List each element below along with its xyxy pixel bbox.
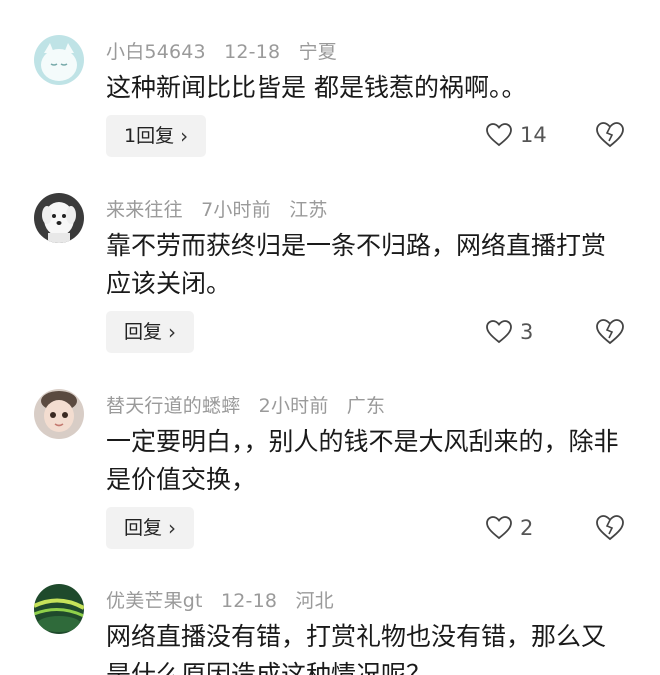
comment-meta: 小白54643 12-18 宁夏: [106, 37, 349, 64]
avatar[interactable]: [34, 193, 84, 243]
dislike-button[interactable]: [596, 319, 624, 345]
like-count: 14: [520, 123, 547, 147]
comment-time: 7小时前: [201, 199, 271, 221]
avatar-image: [34, 193, 84, 243]
broken-heart-icon: [596, 319, 624, 345]
reply-button[interactable]: 回复 ›: [106, 507, 195, 549]
chevron-right-icon: ›: [168, 516, 177, 540]
like-count: 2: [520, 516, 534, 540]
comment-text: 靠不劳而获终归是一条不归路，网络直播打赏应该关闭。: [106, 231, 607, 298]
reply-label: 回复: [124, 321, 163, 343]
comment-meta: 来来往往 7小时前 江苏: [106, 195, 340, 222]
chevron-right-icon: ›: [168, 320, 177, 344]
comment-time: 12-18: [224, 41, 281, 63]
comment-time: 12-18: [220, 590, 278, 612]
username[interactable]: 优美芒果gt: [106, 590, 203, 612]
avatar[interactable]: [34, 389, 84, 439]
comment-meta: 替天行道的蟋蟀 2小时前 广东: [106, 391, 397, 418]
dislike-button[interactable]: [596, 122, 624, 148]
comment-location: 江苏: [289, 199, 328, 221]
comment-text: 网络直播没有错，打赏礼物也没有错，那么又是什么原因造成这种情况呢？: [106, 622, 607, 675]
comment-location: 河北: [295, 590, 334, 612]
reply-label: 1回复: [124, 125, 175, 147]
dislike-button[interactable]: [596, 515, 624, 541]
username[interactable]: 小白54643: [106, 41, 206, 63]
reply-button[interactable]: 回复 ›: [106, 311, 195, 353]
username[interactable]: 替天行道的蟋蟀: [106, 395, 240, 417]
avatar-image: [34, 584, 84, 634]
comment-time: 2小时前: [258, 395, 329, 417]
like-count: 3: [520, 320, 534, 344]
avatar-image: [34, 35, 84, 85]
broken-heart-icon: [596, 122, 624, 148]
like-button[interactable]: 14: [486, 123, 550, 147]
heart-icon: [486, 516, 512, 540]
heart-icon: [486, 123, 512, 147]
reply-label: 回复: [124, 517, 163, 539]
comment-meta: 优美芒果gt 12-18 河北: [106, 586, 346, 613]
comment-location: 宁夏: [298, 41, 337, 63]
avatar[interactable]: [34, 35, 84, 85]
like-button[interactable]: 3: [486, 320, 550, 344]
comment-text: 一定要明白，，别人的钱不是大风刮来的，除非是价值交换，: [106, 427, 619, 494]
heart-icon: [486, 320, 512, 344]
comment-location: 广东: [346, 395, 386, 417]
avatar[interactable]: [34, 584, 84, 634]
comment-text: 这种新闻比比皆是 都是钱惹的祸啊。。: [106, 73, 527, 102]
chevron-right-icon: ›: [180, 124, 189, 148]
comment-list: 小白54643 12-18 宁夏 这种新闻比比皆是 都是钱惹的祸啊。。 1回复 …: [0, 0, 660, 675]
reply-button[interactable]: 1回复 ›: [106, 115, 207, 157]
avatar-image: [34, 389, 84, 439]
broken-heart-icon: [596, 515, 624, 541]
like-button[interactable]: 2: [486, 516, 550, 540]
username[interactable]: 来来往往: [106, 199, 183, 221]
